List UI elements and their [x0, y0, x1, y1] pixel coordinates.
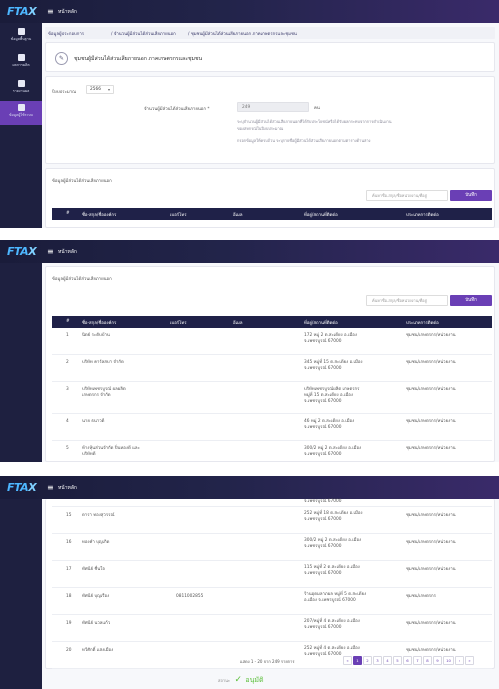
table-row[interactable]: 1 นิตย์ ระดับบ้าน 172 หมู่ 2 ต.สะเดียง อ…	[52, 328, 492, 355]
page-2-button[interactable]: 2	[363, 656, 372, 665]
home-link[interactable]: หน้าหลัก	[58, 248, 77, 256]
pagination: แสดง 1 - 20 จาก 249 รายการ « 1 2 3 4 5 6…	[240, 656, 495, 666]
note-3: กรอกข้อมูลให้ครบถ้วน ระบุรายชื่อผู้มีส่ว…	[237, 138, 371, 143]
page-6-button[interactable]: 6	[403, 656, 412, 665]
document-icon	[17, 80, 25, 87]
table-header: # ชื่อ-สกุล/ชื่อองค์กร เบอร์โทร อีเมล ที…	[52, 316, 492, 328]
user-icon	[17, 104, 25, 111]
list-title: ข้อมูลผู้มีส่วนได้ส่วนเสียภายนอก	[52, 277, 112, 282]
home-link[interactable]: หน้าหลัก	[58, 484, 77, 492]
sidebar-item-basic[interactable]: ข้อมูลพื้นฐาน	[0, 25, 42, 49]
table-row-partial: จ.เพชรบูรณ์ 67000	[52, 499, 492, 507]
sidebar	[0, 263, 42, 462]
page-4-button[interactable]: 4	[383, 656, 392, 665]
screenshot-table-top: FTAX ≡ หน้าหลัก ข้อมูลผู้มีส่วนได้ส่วนเส…	[0, 240, 499, 462]
list-card: ข้อมูลผู้มีส่วนได้ส่วนเสียภายนอก ค้นหาชื…	[45, 168, 495, 228]
breadcrumb-item-2[interactable]: / จำนวนผู้มีส่วนได้ส่วนเสียภายนอก	[111, 30, 176, 37]
breadcrumb-item-1[interactable]: ข้อมูลผู้ประกอบการ	[48, 30, 84, 37]
status-value: อนุมัติ	[245, 676, 264, 684]
table-header: # ชื่อ-สกุล/ชื่อองค์กร เบอร์โทร อีเมล ที…	[52, 208, 492, 220]
page-7-button[interactable]: 7	[413, 656, 422, 665]
check-icon: ✓	[234, 675, 242, 685]
breadcrumb: ข้อมูลผู้ประกอบการ / จำนวนผู้มีส่วนได้ส่…	[45, 27, 495, 39]
pencil-icon: ✎	[55, 52, 68, 65]
table-row[interactable]: 3 บริษัทเพชรบูรณ์ ผลผลิต เกษตรกร จำกัด บ…	[52, 382, 492, 414]
page-1-button[interactable]: 1	[353, 656, 362, 665]
screenshot-form: FTAX ≡ หน้าหลัก ข้อมูลพื้นฐาน ผลการผลิต …	[0, 0, 499, 228]
app-logo[interactable]: FTAX	[7, 245, 37, 258]
app-logo[interactable]: FTAX	[7, 481, 37, 494]
hamburger-icon[interactable]: ≡	[47, 7, 54, 16]
top-navbar: FTAX ≡ หน้าหลัก	[0, 0, 499, 23]
screenshot-table-bottom: FTAX ≡ หน้าหลัก จ.เพชรบูรณ์ 67000 15 ดาร…	[0, 476, 499, 689]
search-input[interactable]: ค้นหาชื่อ-สกุล/ชื่อหน่วยงาน/ที่อยู่	[366, 295, 448, 306]
save-button[interactable]: บันทึก	[450, 190, 492, 201]
home-link[interactable]: หน้าหลัก	[58, 8, 77, 16]
sidebar-item-report[interactable]: รายงานผล	[0, 77, 42, 101]
approval-status: สถานะ ✓ อนุมัติ	[218, 675, 264, 686]
table-row[interactable]: 18 ทัศนีย์ บุญเรือง 0811002855 ร้านอุดมล…	[52, 588, 492, 615]
sidebar	[0, 499, 42, 689]
sidebar-item-users[interactable]: ข้อมูลผู้ใช้ระบบ	[0, 101, 42, 125]
list-title: ข้อมูลผู้มีส่วนได้ส่วนเสียภายนอก	[52, 179, 112, 184]
hamburger-icon[interactable]: ≡	[47, 483, 54, 492]
note-2: ของสหกรณ์ในปีงบประมาณ	[237, 126, 284, 131]
table-row[interactable]: 16 ทองคำ บุญเกิด 300/2 หมู่ 2 ต.สะเดียง …	[52, 534, 492, 561]
page-9-button[interactable]: 9	[433, 656, 442, 665]
year-label: ปีงบประมาณ	[52, 90, 77, 95]
page-5-button[interactable]: 5	[393, 656, 402, 665]
hamburger-icon[interactable]: ≡	[47, 247, 54, 256]
table-row[interactable]: 5 ห้างหุ้นส่วนจำกัด ปิ่นทองดี และ บริษัท…	[52, 441, 492, 462]
save-button[interactable]: บันทึก	[450, 295, 492, 306]
list-card: จ.เพชรบูรณ์ 67000 15 ดารา ทองสุวรรณ์ 252…	[45, 499, 495, 669]
form-card: ปีงบประมาณ 2566 ▾ จำนวนผู้มีส่วนได้ส่วนเส…	[45, 76, 495, 164]
top-navbar: FTAX ≡ หน้าหลัก	[0, 476, 499, 499]
table-row[interactable]: 4 นาย ธนาวดี 46 หมู่ 2 ต.สะเดียง อ.เมือง…	[52, 414, 492, 441]
sidebar-item-production[interactable]: ผลการผลิต	[0, 51, 42, 75]
page-title-card: ✎ ชุมชนผู้มีส่วนได้ส่วนเสียภายนอก ภาคเกษ…	[45, 42, 495, 72]
page-title: ชุมชนผู้มีส่วนได้ส่วนเสียภายนอก ภาคเกษตร…	[74, 56, 203, 62]
chevron-down-icon: ▾	[107, 87, 110, 92]
app-logo[interactable]: FTAX	[7, 5, 37, 18]
count-unit: คน	[314, 106, 320, 111]
pagination-info: แสดง 1 - 20 จาก 249 รายการ	[240, 659, 295, 664]
status-label: สถานะ	[218, 678, 230, 683]
table-row[interactable]: 17 ทัศนีย์ ชื่นใจ 115 หมู่ที่ 2 ต.สะเดีย…	[52, 561, 492, 588]
table-row[interactable]: 2 บริษัท คาร์ลสบา จำกัด 345 หมู่ที่ 15 ต…	[52, 355, 492, 382]
page-next-button[interactable]: ›	[455, 656, 464, 665]
count-label: จำนวนผู้มีส่วนได้ส่วนเสียภายนอก *	[144, 107, 210, 112]
breadcrumb-item-3: / ชุมชนผู้มีส่วนได้ส่วนเสียภายนอก ภาคเกษ…	[188, 32, 297, 37]
count-input[interactable]: 249	[237, 102, 309, 112]
top-navbar: FTAX ≡ หน้าหลัก	[0, 240, 499, 263]
table-row[interactable]: 19 ทัศนีย์ นวลแก้ว 207/หมู่ที่ 4 ต.สะเดี…	[52, 615, 492, 642]
page-first-button[interactable]: «	[343, 656, 352, 665]
page-last-button[interactable]: »	[465, 656, 474, 665]
year-select[interactable]: 2566 ▾	[86, 85, 114, 94]
sidebar: ข้อมูลพื้นฐาน ผลการผลิต รายงานผล ข้อมูลผ…	[0, 23, 42, 228]
list-card: ข้อมูลผู้มีส่วนได้ส่วนเสียภายนอก ค้นหาชื…	[45, 266, 495, 462]
search-input[interactable]: ค้นหาชื่อ-สกุล/ชื่อหน่วยงาน/ที่อยู่	[366, 190, 448, 201]
chart-icon	[17, 54, 25, 61]
page-10-button[interactable]: 10	[443, 656, 454, 665]
note-1: ระบุจำนวนผู้มีส่วนได้ส่วนเสียภายนอกที่ได…	[237, 119, 392, 124]
page-8-button[interactable]: 8	[423, 656, 432, 665]
page-3-button[interactable]: 3	[373, 656, 382, 665]
grid-icon	[17, 28, 25, 35]
table-row[interactable]: 15 ดารา ทองสุวรรณ์ 252 หมู่ที่ 18 ต.สะเด…	[52, 507, 492, 534]
